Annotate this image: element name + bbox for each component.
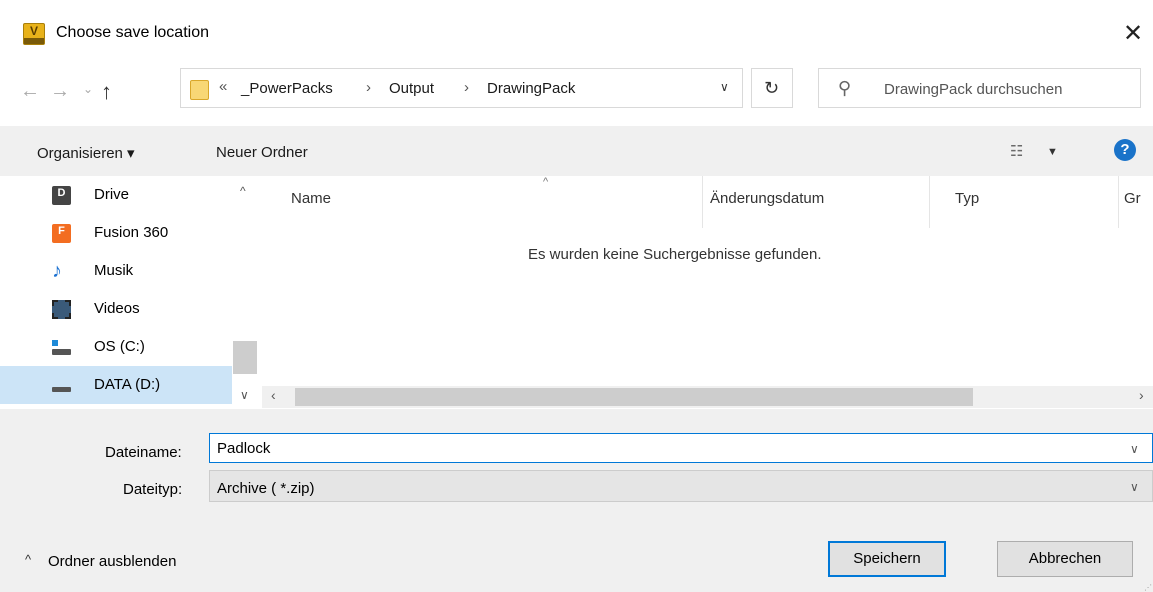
column-header-date[interactable]: Änderungsdatum — [710, 190, 824, 207]
close-icon[interactable]: ✕ — [1118, 16, 1148, 52]
breadcrumb-separator[interactable]: › — [366, 79, 371, 96]
nav-item-data-d[interactable]: DATA (D:) — [0, 366, 232, 404]
nav-item-videos[interactable]: Videos — [0, 290, 232, 328]
scroll-left-icon[interactable]: ‹ — [271, 387, 276, 403]
column-header-size[interactable]: Gr — [1124, 190, 1141, 207]
view-options-icon[interactable]: ☷ — [1010, 142, 1023, 160]
search-icon: ⚲ — [838, 78, 852, 98]
dialog-title: Choose save location — [56, 24, 209, 41]
nav-item-musik[interactable]: ♪ Musik — [0, 252, 232, 290]
sort-ascending-icon: ^ — [543, 176, 549, 188]
back-arrow-icon[interactable]: ← — [20, 80, 40, 103]
folder-icon — [190, 80, 209, 100]
command-bar: Organisieren ▾ Neuer Ordner ☷ ▼ ? — [0, 126, 1153, 176]
videos-icon — [52, 300, 71, 319]
breadcrumb-overflow[interactable]: « — [219, 78, 227, 95]
scroll-right-icon[interactable]: › — [1139, 387, 1144, 403]
filename-dropdown-chevron-icon[interactable]: ∨ — [1130, 442, 1139, 456]
nav-item-drive[interactable]: D Drive — [0, 176, 232, 214]
music-icon: ♪ — [52, 260, 62, 282]
resize-grip-icon[interactable]: ⋰ — [1144, 583, 1152, 592]
app-icon: V — [23, 23, 45, 45]
nav-item-label: OS (C:) — [94, 338, 145, 355]
fusion-360-icon: F — [52, 224, 71, 243]
organize-button[interactable]: Organisieren ▾ — [37, 144, 135, 162]
nav-item-label: Fusion 360 — [94, 224, 169, 241]
address-row: ← → ⌄ ↑ « _PowerPacks › Output › Drawing… — [0, 62, 1153, 126]
forward-arrow-icon[interactable]: → — [50, 80, 70, 103]
nav-item-label: DATA (D:) — [94, 376, 161, 393]
help-icon[interactable]: ? — [1114, 139, 1136, 161]
breadcrumb-item-drawingpack[interactable]: DrawingPack — [487, 80, 575, 97]
scrollbar-thumb[interactable] — [233, 341, 257, 374]
hide-folders-toggle[interactable]: Ordner ausblenden — [48, 553, 176, 570]
column-header-name[interactable]: Name — [291, 190, 331, 207]
view-dropdown-icon[interactable]: ▼ — [1047, 146, 1058, 158]
data-drive-icon — [52, 376, 71, 395]
nav-item-fusion-360[interactable]: F Fusion 360 — [0, 214, 232, 252]
address-dropdown-chevron-icon[interactable]: ∨ — [720, 80, 729, 94]
cancel-button[interactable]: Abbrechen — [997, 541, 1133, 577]
filetype-value[interactable]: Archive ( *.zip) — [217, 480, 315, 497]
refresh-icon[interactable]: ↻ — [764, 78, 779, 99]
empty-results-message: Es wurden keine Suchergebnisse gefunden. — [528, 246, 822, 263]
navigation-pane: D Drive F Fusion 360 ♪ Musik Videos OS (… — [0, 176, 262, 409]
column-header-type[interactable]: Typ — [955, 190, 979, 207]
filename-input[interactable] — [209, 433, 1153, 463]
breadcrumb-separator[interactable]: › — [464, 79, 469, 96]
scroll-down-icon[interactable]: ∨ — [240, 388, 249, 402]
recent-locations-chevron-icon[interactable]: ⌄ — [83, 82, 93, 96]
os-drive-icon — [52, 338, 71, 357]
breadcrumb-item-powerpacks[interactable]: _PowerPacks — [241, 80, 333, 97]
filename-label: Dateiname: — [105, 444, 182, 461]
filetype-label: Dateityp: — [123, 481, 183, 498]
scrollbar-thumb[interactable] — [295, 388, 973, 406]
filetype-select[interactable] — [209, 470, 1153, 502]
column-divider[interactable] — [929, 176, 930, 228]
column-divider[interactable] — [702, 176, 703, 228]
scroll-up-icon[interactable]: ^ — [240, 184, 246, 198]
save-button[interactable]: Speichern — [828, 541, 946, 577]
nav-item-label: Musik — [94, 262, 134, 279]
nav-item-label: Drive — [94, 186, 130, 203]
search-placeholder[interactable]: DrawingPack durchsuchen — [884, 81, 1062, 98]
nav-item-label: Videos — [94, 300, 140, 317]
new-folder-button[interactable]: Neuer Ordner — [216, 144, 308, 161]
breadcrumb-item-output[interactable]: Output — [389, 80, 434, 97]
column-divider[interactable] — [1118, 176, 1119, 228]
nav-pane-scrollbar[interactable]: ^ ∨ — [233, 176, 257, 409]
nav-item-os-c[interactable]: OS (C:) — [0, 328, 232, 366]
up-arrow-icon[interactable]: ↑ — [101, 79, 112, 105]
collapse-caret-icon[interactable]: ^ — [25, 552, 31, 567]
drive-app-icon: D — [52, 186, 71, 205]
file-list: ^ Name Änderungsdatum Typ Gr Es wurden k… — [262, 176, 1153, 409]
filetype-dropdown-chevron-icon[interactable]: ∨ — [1130, 480, 1139, 494]
